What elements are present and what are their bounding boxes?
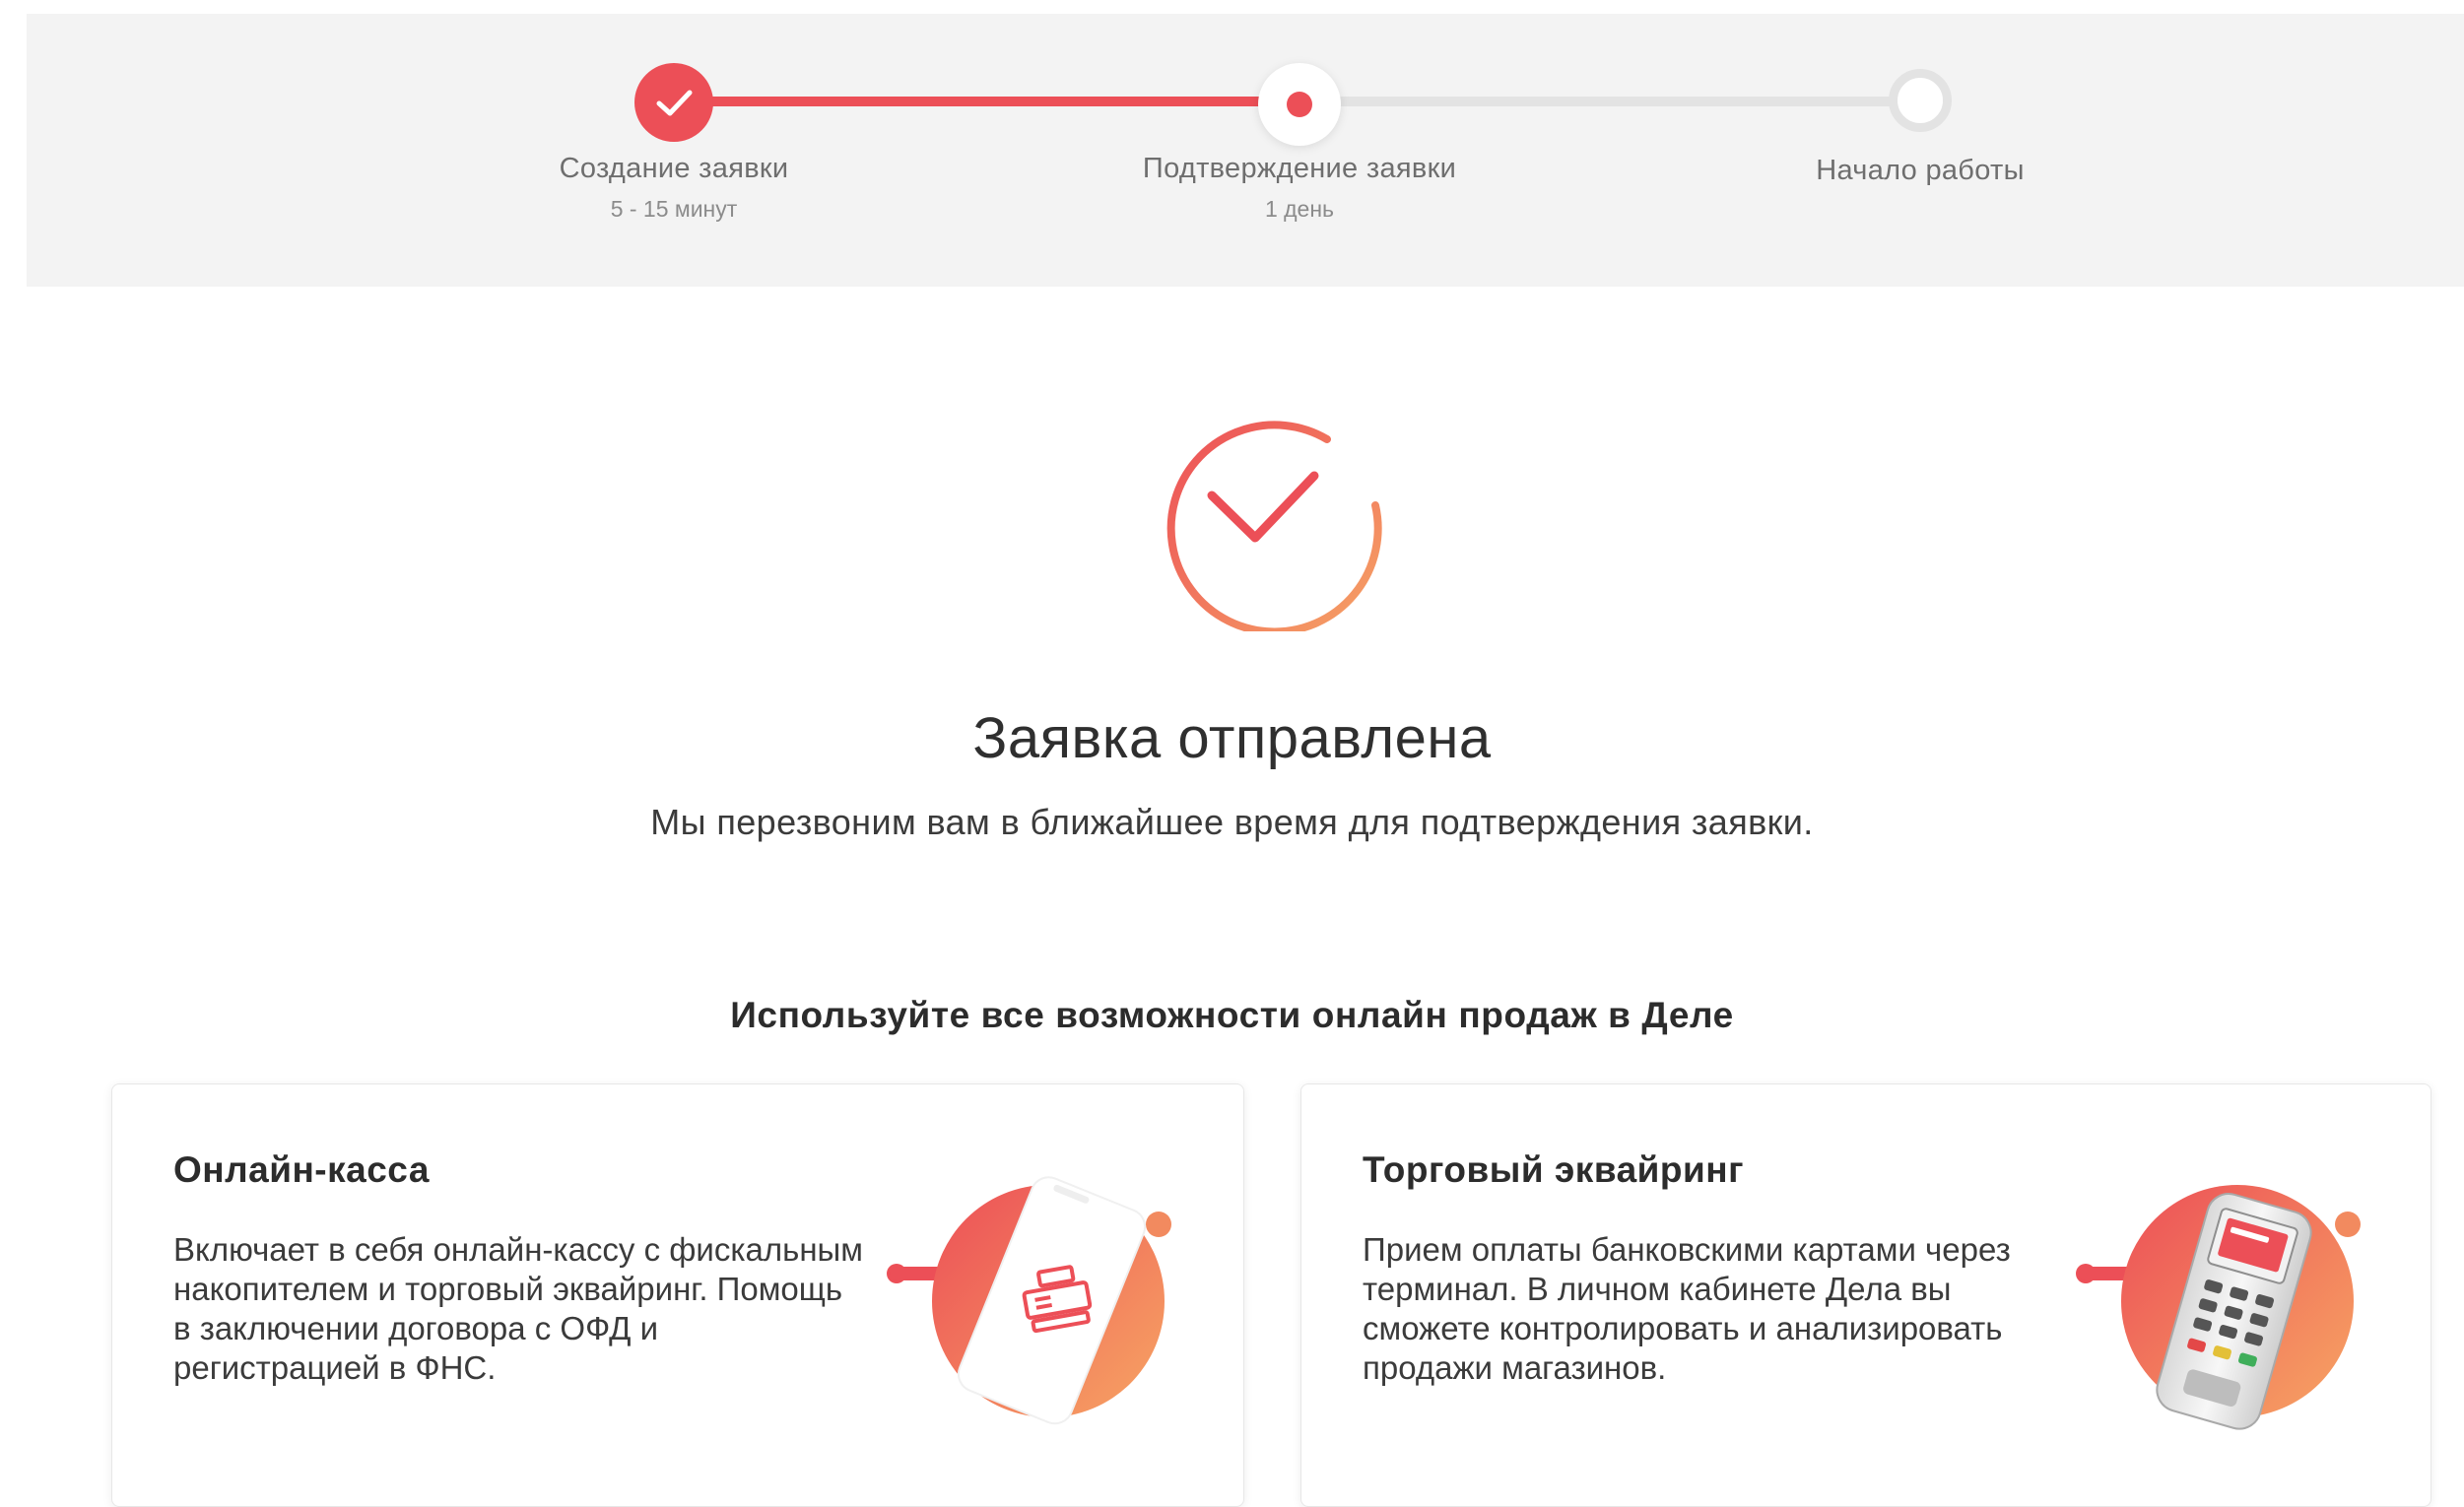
success-message: Мы перезвоним вам в ближайшее время для … (650, 802, 1814, 842)
progress-stepper: Создание заявки 5 - 15 минут Подтвержден… (27, 14, 2464, 287)
card-title: Торговый эквайринг (1363, 1149, 1745, 1190)
step-1-title: Создание заявки (559, 153, 789, 184)
stepper-track-completed (673, 97, 1299, 106)
smartphone-cash-register-illustration (881, 1165, 1196, 1441)
step-3-title: Начало работы (1816, 155, 2025, 186)
card-description: Включает в себя онлайн-кассу с фискальны… (173, 1231, 863, 1386)
card-description: Прием оплаты банковскими картами через т… (1363, 1231, 2011, 1386)
stepper-track-pending (1299, 97, 1920, 106)
step-2-duration: 1 день (1264, 196, 1335, 222)
step-2-title: Подтверждение заявки (1142, 153, 1457, 184)
step-active-indicator (1258, 63, 1341, 146)
step-pending-indicator (1889, 69, 1952, 132)
feature-card-acquiring[interactable]: Торговый эквайринг Прием оплаты банковск… (1300, 1083, 2431, 1507)
features-heading: Используйте все возможности онлайн прода… (730, 995, 1734, 1035)
card-title: Онлайн-касса (173, 1149, 430, 1190)
payment-terminal-illustration (2070, 1165, 2385, 1441)
step-completed-check-icon (634, 63, 713, 142)
step-1-duration: 5 - 15 минут (610, 196, 738, 222)
success-title: Заявка отправлена (972, 706, 1492, 770)
feature-card-online-kassa[interactable]: Онлайн-касса Включает в себя онлайн-касс… (111, 1083, 1244, 1507)
checkmark-circle-icon (1155, 397, 1389, 636)
step-active-dot (1287, 92, 1312, 117)
